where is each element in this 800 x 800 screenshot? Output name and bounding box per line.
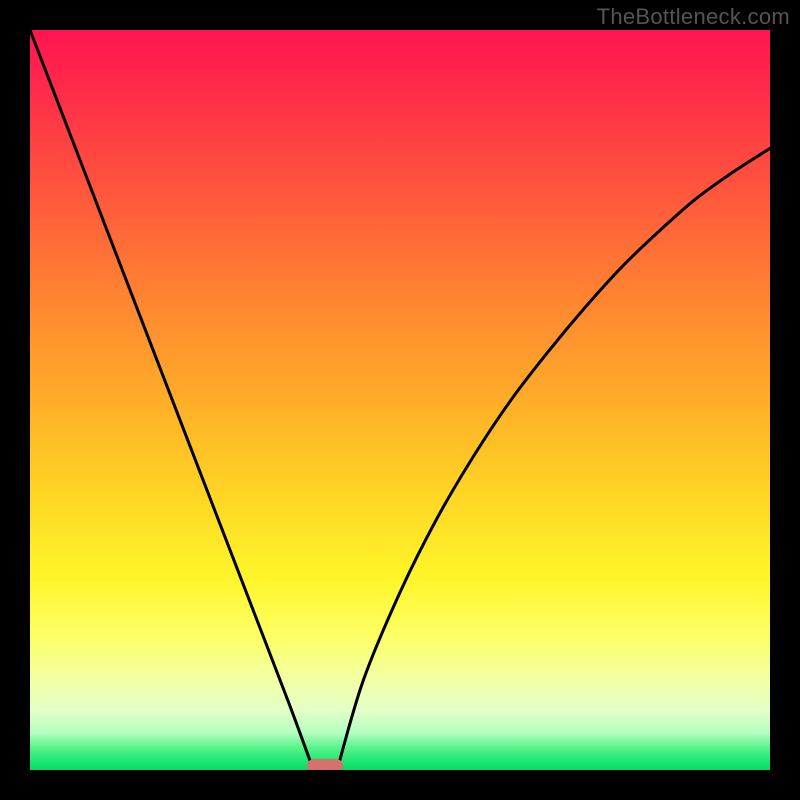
bottleneck-marker xyxy=(307,759,343,770)
curve-left-branch xyxy=(30,30,313,770)
watermark-label: TheBottleneck.com xyxy=(597,4,790,30)
chart-frame: TheBottleneck.com xyxy=(0,0,800,800)
plot-area xyxy=(30,30,770,770)
curve-layer xyxy=(30,30,770,770)
curve-right-branch xyxy=(337,148,770,770)
